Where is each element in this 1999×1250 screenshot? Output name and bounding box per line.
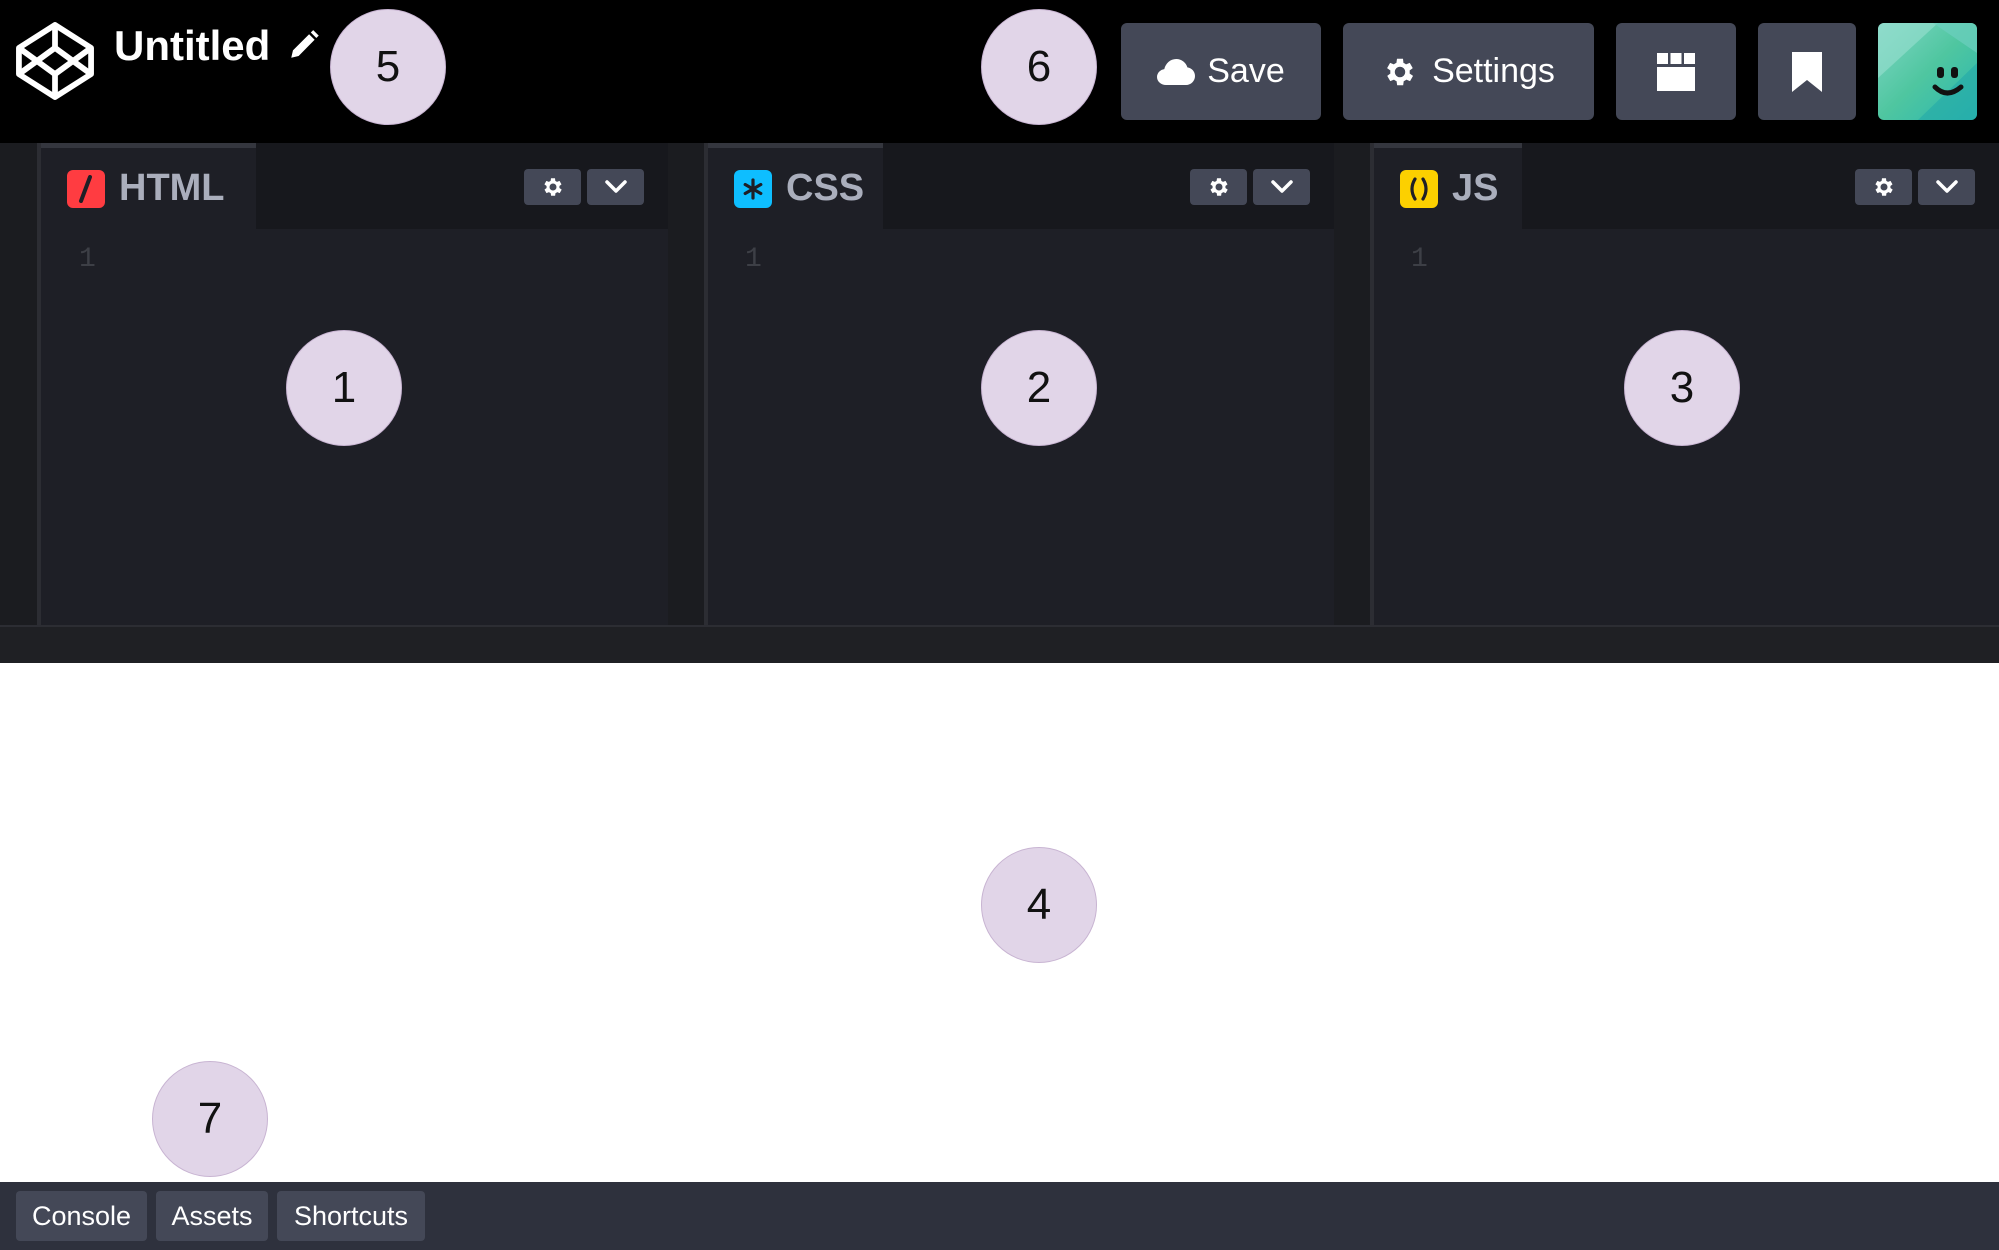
pencil-icon[interactable] [287,28,321,62]
editor-resize-gutter[interactable] [0,143,39,625]
css-asterisk-icon [734,169,772,208]
line-number: 1 [745,244,762,275]
html-tab-label: HTML [119,167,225,209]
bookmark-icon [1792,51,1822,92]
html-settings-button[interactable] [524,169,581,205]
html-slash-icon [67,169,105,208]
chevron-down-icon [604,180,627,193]
marker-1: 1 [286,330,402,446]
gear-icon [1209,178,1228,196]
js-tab-label: JS [1452,167,1499,209]
js-settings-button[interactable] [1855,169,1912,205]
settings-button[interactable]: Settings [1343,23,1594,120]
editor-resize-gutter[interactable] [668,143,706,625]
marker-6: 6 [981,9,1097,125]
html-editor-tab[interactable]: HTML [41,143,256,229]
bottom-bar: Console Assets Shortcuts [0,1182,1999,1250]
html-collapse-button[interactable] [587,169,644,205]
editor-resize-gutter[interactable] [1334,143,1372,625]
codepen-editor-app: Untitled Save Settings HTML 1 CSS 1 JS 1… [0,0,1999,1250]
marker-5: 5 [330,9,446,125]
smiley-avatar-icon [1878,23,1977,120]
marker-4: 4 [981,847,1097,963]
chevron-down-icon [1270,180,1293,193]
save-button[interactable]: Save [1121,23,1321,120]
codepen-logo-icon[interactable] [14,20,96,102]
assets-button[interactable]: Assets [156,1191,268,1241]
console-button[interactable]: Console [16,1191,147,1241]
css-tab-label: CSS [786,167,865,209]
css-editor-tab[interactable]: CSS [708,143,883,229]
save-button-label: Save [1207,52,1285,90]
cloud-icon [1157,58,1196,85]
pen-title[interactable]: Untitled [114,18,270,74]
gear-icon [543,178,562,196]
gear-icon [1387,58,1414,85]
marker-7: 7 [152,1061,268,1177]
gear-icon [1874,178,1893,196]
marker-3: 3 [1624,330,1740,446]
change-view-button[interactable] [1616,23,1736,120]
line-number: 1 [79,244,96,275]
settings-button-label: Settings [1432,52,1555,90]
editor-preview-resizer[interactable] [0,625,1999,663]
js-parens-icon [1400,169,1438,208]
js-collapse-button[interactable] [1918,169,1975,205]
bookmark-button[interactable] [1758,23,1856,120]
js-editor-tab[interactable]: JS [1374,143,1522,229]
css-settings-button[interactable] [1190,169,1247,205]
marker-2: 2 [981,330,1097,446]
line-number: 1 [1411,244,1428,275]
layout-icon [1657,52,1695,91]
shortcuts-button[interactable]: Shortcuts [277,1191,425,1241]
user-avatar[interactable] [1878,23,1977,120]
css-collapse-button[interactable] [1253,169,1310,205]
chevron-down-icon [1935,180,1958,193]
